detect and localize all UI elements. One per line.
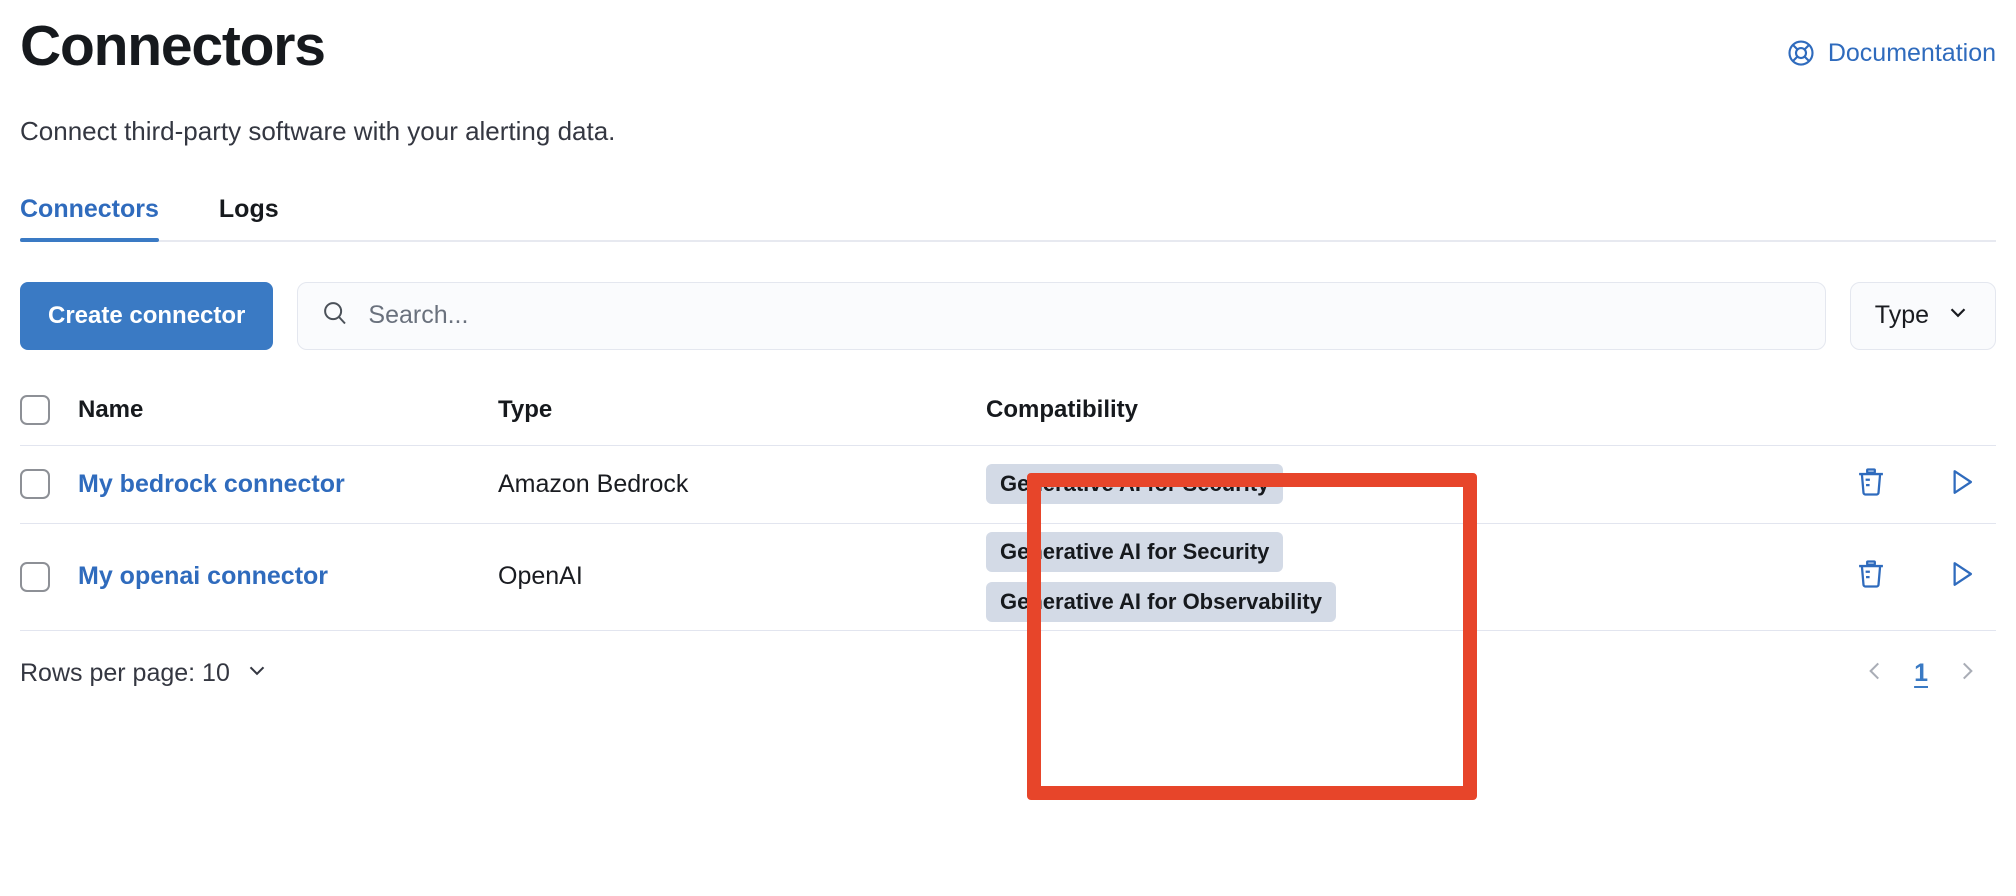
chevron-left-icon[interactable]: [1862, 658, 1888, 689]
chevron-down-icon: [244, 657, 270, 690]
type-filter-button[interactable]: Type: [1849, 281, 1996, 350]
table-header-row: Name Type Compatibility: [20, 376, 1996, 446]
type-filter-label: Type: [1874, 301, 1929, 330]
row-select-cell: [20, 469, 78, 500]
table-row[interactable]: My bedrock connector Amazon Bedrock Gene…: [20, 446, 1996, 524]
lifebuoy-icon: [1786, 38, 1816, 68]
toolbar: Create connector Type: [20, 281, 1996, 350]
rows-per-page-label: Rows per page: 10: [20, 658, 230, 687]
search-input[interactable]: [368, 301, 1803, 331]
rows-per-page-button[interactable]: Rows per page: 10: [20, 657, 270, 690]
select-all-checkbox[interactable]: [20, 395, 50, 426]
documentation-link[interactable]: Documentation: [1786, 38, 1996, 68]
documentation-label: Documentation: [1827, 38, 1996, 67]
compatibility-badge: Generative AI for Observability: [986, 581, 1336, 622]
table-row[interactable]: My openai connector OpenAI Generative AI…: [20, 524, 1996, 631]
row-name-cell: My bedrock connector: [78, 470, 498, 499]
chevron-down-icon: [1945, 299, 1971, 332]
row-actions-cell: [1796, 465, 1996, 504]
row-compatibility-cell: Generative AI for Security: [958, 456, 1796, 512]
page-title: Connectors: [20, 14, 326, 78]
row-checkbox[interactable]: [20, 561, 50, 592]
page-subtitle: Connect third-party software with your a…: [20, 115, 616, 146]
row-checkbox[interactable]: [20, 469, 50, 500]
tab-connectors[interactable]: Connectors: [20, 195, 185, 242]
row-compatibility-cell: Generative AI for Security Generative AI…: [958, 524, 1796, 630]
badge-group: Generative AI for Security Generative AI…: [986, 524, 1796, 630]
connector-name-link[interactable]: My openai connector: [78, 562, 328, 590]
row-name-cell: My openai connector: [78, 562, 498, 591]
column-header-type[interactable]: Type: [498, 396, 958, 424]
pagination-page-1[interactable]: 1: [1914, 659, 1928, 688]
connectors-page: Connectors Documentation Connect third-p…: [0, 0, 2016, 896]
search-field[interactable]: [297, 281, 1826, 350]
compatibility-badge: Generative AI for Security: [986, 531, 1284, 572]
trash-icon[interactable]: [1854, 465, 1888, 504]
play-icon[interactable]: [1944, 465, 1978, 504]
table-footer: Rows per page: 10 1: [20, 657, 1996, 690]
play-icon[interactable]: [1944, 557, 1978, 596]
connectors-table: Name Type Compatibility My bedrock conne…: [20, 376, 1996, 631]
connector-name-link[interactable]: My bedrock connector: [78, 470, 345, 498]
row-actions-cell: [1796, 557, 1996, 596]
trash-icon[interactable]: [1854, 557, 1888, 596]
page-header: Connectors Documentation: [20, 0, 1996, 80]
column-header-name[interactable]: Name: [78, 396, 498, 424]
tab-bar: Connectors Logs: [20, 195, 1996, 242]
create-connector-button[interactable]: Create connector: [20, 281, 274, 350]
row-select-cell: [20, 561, 78, 592]
tab-logs[interactable]: Logs: [219, 195, 305, 240]
badge-group: Generative AI for Security: [986, 456, 1796, 512]
pagination: 1: [1862, 658, 1996, 689]
row-type-cell: OpenAI: [498, 562, 583, 591]
select-all-cell: [20, 395, 78, 426]
search-icon: [320, 298, 350, 333]
chevron-right-icon[interactable]: [1954, 658, 1980, 689]
column-header-compatibility[interactable]: Compatibility: [958, 396, 1796, 424]
compatibility-badge: Generative AI for Security: [986, 464, 1284, 505]
row-type-cell: Amazon Bedrock: [498, 469, 689, 498]
